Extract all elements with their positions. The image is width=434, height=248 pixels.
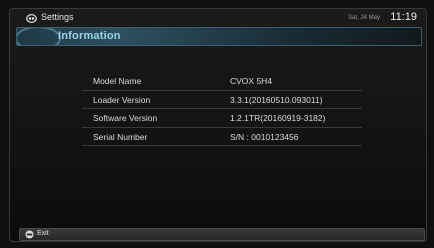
- title-swoosh-decoration: [17, 28, 61, 45]
- info-value: 3.3.1(20160510.093011): [230, 94, 323, 105]
- app-name: Settings: [41, 12, 74, 22]
- settings-app-icon: [26, 14, 37, 23]
- info-label: Loader Version: [93, 94, 151, 105]
- info-row-model-name: Model Name CVOX 5H4: [82, 72, 362, 91]
- settings-screen: Settings Sat, 24 May 11:19 Information M…: [9, 8, 427, 242]
- title-bar: Information: [16, 27, 422, 46]
- info-table: Model Name CVOX 5H4 Loader Version 3.3.1…: [82, 72, 362, 146]
- info-value: S/N : 0010123456: [230, 131, 299, 142]
- info-value: 1.2.1TR(20160919-3182): [230, 113, 326, 123]
- info-label: Model Name: [93, 76, 142, 86]
- info-value: CVOX 5H4: [230, 76, 273, 86]
- info-row-serial-number: Serial Number S/N : 0010123456: [82, 128, 362, 146]
- date-label: Sat, 24 May: [347, 15, 380, 21]
- info-label: Software Version: [93, 113, 158, 123]
- info-row-loader-version: Loader Version 3.3.1(20160510.093011): [82, 91, 362, 109]
- exit-button[interactable]: Exit: [37, 230, 49, 237]
- info-label: Serial Number: [93, 131, 148, 142]
- remote-button-icon: [25, 230, 34, 239]
- top-bar: Settings Sat, 24 May 11:19: [10, 9, 426, 27]
- info-row-software-version: Software Version 1.2.1TR(20160919-3182): [82, 109, 362, 128]
- page-title: Information: [58, 30, 121, 42]
- clock-time: 11:19: [390, 11, 417, 23]
- footer-bar: Exit: [19, 228, 425, 241]
